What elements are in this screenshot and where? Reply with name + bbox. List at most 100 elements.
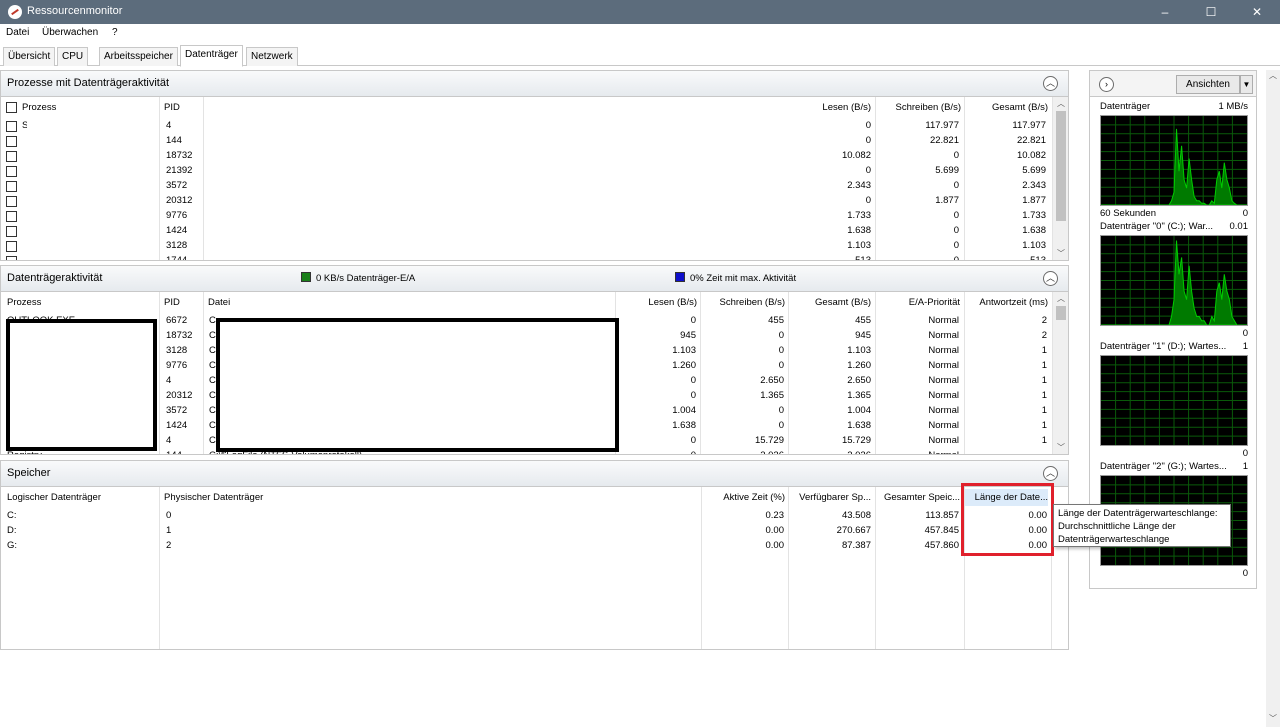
activity-write: 455 [768,315,784,326]
activity-file: C [209,375,216,386]
select-all-checkbox[interactable] [6,102,17,113]
process-checkbox[interactable] [6,226,17,237]
close-button[interactable]: ✕ [1234,0,1280,24]
graph-plot [1100,235,1248,326]
activity-pid: 3572 [166,405,188,416]
process-read: 0 [865,195,871,206]
activity-total: 1.004 [847,405,871,416]
window-scrollbar[interactable]: ︿ ﹀ [1266,70,1280,727]
process-checkbox[interactable] [6,211,17,222]
process-checkbox[interactable] [6,151,17,162]
col-aktive-zeit[interactable]: Aktive Zeit (%) [701,492,785,503]
activity-priority: Normal [928,420,959,431]
activity-priority: Normal [875,450,959,454]
storage-free-space: 43.508 [841,510,871,521]
col-schreiben[interactable]: Schreiben (B/s) [871,102,961,113]
process-write: 0 [953,210,959,221]
col-gesamt[interactable]: Gesamt (B/s) [961,102,1048,113]
graph-svg [1101,116,1247,205]
storage-free-space: 87.387 [841,540,871,551]
processes-table: Prozess PID Lesen (B/s) Schreiben (B/s) … [1,97,1053,261]
tab-datentraeger[interactable]: Datenträger [180,45,243,67]
tab-arbeitsspeicher[interactable]: Arbeitsspeicher [99,47,178,66]
process-checkbox[interactable] [6,121,17,132]
process-checkbox[interactable] [6,241,17,252]
storage-logical-disk: G: [7,540,18,551]
process-checkbox[interactable] [6,136,17,147]
maximize-button[interactable]: ☐ [1188,0,1234,24]
processes-section-title: Prozesse mit Datenträgeraktivität [7,77,170,89]
column-tooltip: Länge der Datenträgerwarteschlange: Durc… [1053,504,1231,547]
process-read: 1.638 [847,225,871,236]
col-gesamter-speicher[interactable]: Gesamter Speic... [875,492,960,503]
col-logischer-datentraeger[interactable]: Logischer Datenträger [7,492,101,503]
menu-help[interactable]: ? [112,27,118,38]
graph-title: Datenträger "1" (D:); Wartes... [1100,341,1227,352]
process-total: 1.103 [1022,240,1046,251]
graph-zero-label: 0 [1242,448,1248,459]
col-lesen[interactable]: Lesen (B/s) [781,102,871,113]
process-total: 1.877 [1022,195,1046,206]
col-gesamt[interactable]: Gesamt (B/s) [789,297,871,308]
col-datei[interactable]: Datei [208,297,230,308]
activity-pid: 18732 [166,330,193,341]
menu-datei[interactable]: Datei [6,27,29,38]
collapse-disk-activity-icon[interactable]: ︿ [1043,271,1058,286]
process-checkbox[interactable] [6,166,17,177]
collapse-graphs-icon[interactable]: › [1099,77,1114,92]
process-checkbox[interactable] [6,196,17,207]
tab-netzwerk[interactable]: Netzwerk [246,47,298,66]
activity-pid: 1424 [166,420,188,431]
col-ea-prioritaet[interactable]: E/A-Priorität [875,297,960,308]
graph-title: Datenträger "2" (G:); Wartes... [1100,461,1227,472]
storage-table: Logischer Datenträger Physischer Datentr… [1,487,1053,649]
col-verfuegbarer-speicher[interactable]: Verfügbarer Sp... [789,492,871,503]
processes-section-header[interactable]: Prozesse mit Datenträgeraktivität ︿ [1,71,1068,97]
process-pid: 1744 [166,255,188,261]
disk-activity-scrollbar[interactable]: ︿ ﹀ [1052,292,1068,454]
graph-zero-label: 0 [1242,568,1248,579]
process-checkbox[interactable] [6,256,17,260]
disk-activity-section-header[interactable]: Datenträgeraktivität 0 KB/s Datenträger-… [1,266,1068,292]
col-schreiben[interactable]: Schreiben (B/s) [701,297,785,308]
storage-active-time: 0.00 [765,525,785,536]
process-read: 2.343 [847,180,871,191]
graph-title: Datenträger [1100,101,1151,112]
views-button[interactable]: Ansichten [1176,75,1240,94]
col-pid[interactable]: PID [164,102,180,113]
graph-svg [1101,356,1247,445]
col-physischer-datentraeger[interactable]: Physischer Datenträger [164,492,263,503]
col-prozess[interactable]: Prozess [22,102,56,113]
col-pid[interactable]: PID [164,297,180,308]
title-bar: Ressourcenmonitor – ☐ ✕ [0,0,1280,24]
activity-write: 0 [778,345,784,356]
minimize-button[interactable]: – [1142,0,1188,24]
activity-priority: Normal [928,330,959,341]
activity-priority: Normal [928,345,959,356]
storage-section-header[interactable]: Speicher ︿ [1,461,1068,487]
col-prozess[interactable]: Prozess [7,297,41,308]
processes-scrollbar[interactable]: ︿ ﹀ [1052,97,1068,260]
activity-pid: 3128 [166,345,188,356]
process-write: 5.699 [935,165,959,176]
activity-write: 2.650 [760,375,784,386]
activity-read: 1.103 [672,345,696,356]
graphs-toolbar: › Ansichten ▼ [1090,71,1256,97]
menu-ueberwachen[interactable]: Überwachen [42,27,98,38]
graph-plot [1100,115,1248,206]
collapse-processes-icon[interactable]: ︿ [1043,76,1058,91]
activity-legend-label: 0% Zeit mit max. Aktivität [690,273,797,284]
activity-legend-square [675,272,685,282]
col-lesen[interactable]: Lesen (B/s) [617,297,697,308]
process-checkbox[interactable] [6,181,17,192]
activity-priority: Normal [928,435,959,446]
disk-activity-section-title: Datenträgeraktivität [7,272,103,284]
collapse-storage-icon[interactable]: ︿ [1043,466,1058,481]
col-antwortzeit[interactable]: Antwortzeit (ms) [964,297,1048,308]
tab-cpu[interactable]: CPU [57,47,89,66]
graph-svg [1101,236,1247,325]
tab-uebersicht[interactable]: Übersicht [3,47,56,66]
tab-strip: Übersicht CPU Arbeitsspeicher Datenträge… [0,44,1280,67]
storage-total-space: 113.857 [925,510,959,521]
views-dropdown-icon[interactable]: ▼ [1240,75,1253,94]
